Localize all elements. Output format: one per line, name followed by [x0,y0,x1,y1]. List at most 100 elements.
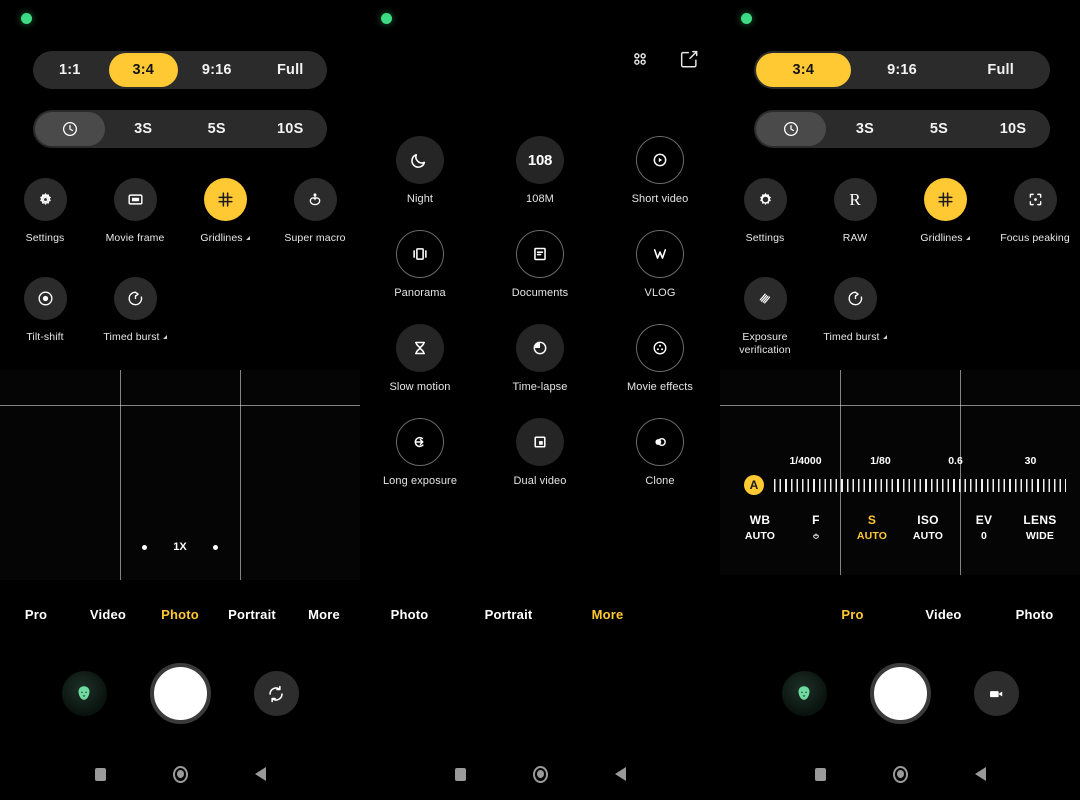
tab-video[interactable]: Video [898,607,989,622]
tab-photo[interactable]: Photo [144,607,216,622]
timer-option-5s[interactable]: 5S [182,112,252,146]
timer-option-off[interactable] [756,112,826,146]
option-timed-burst[interactable]: Timed burst [90,277,180,344]
vlog-heart-icon [653,249,667,259]
aspect-ratio-bar[interactable]: 1:1 3:4 9:16 Full [33,51,327,89]
zoom-dot-right[interactable] [212,544,218,550]
mode-vlog[interactable]: VLOG [600,230,720,299]
recents-button[interactable] [810,764,830,784]
mode-tabs[interactable]: Pro Video Photo [720,607,1080,622]
option-focus-peaking[interactable]: Focus peaking [990,178,1080,245]
capture-bar [720,663,1080,724]
zoom-control[interactable]: 1X [0,541,360,553]
option-gridlines[interactable]: Gridlines [900,178,990,245]
ratio-option-9-16[interactable]: 9:16 [182,53,252,87]
mode-dual-video[interactable]: Dual video [480,418,600,487]
mode-movie-effects[interactable]: Movie effects [600,324,720,393]
recents-button[interactable] [450,764,470,784]
gallery-thumbnail[interactable] [61,671,107,716]
mode-label: Time-lapse [512,381,568,393]
ratio-option-3-4[interactable]: 3:4 [756,53,851,87]
android-nav-bar[interactable] [0,748,360,800]
option-settings[interactable]: Settings [0,178,90,245]
tab-portrait[interactable]: Portrait [216,607,288,622]
pro-dial-row[interactable]: A [720,475,1080,495]
option-settings[interactable]: Settings [720,178,810,245]
mode-slow-motion[interactable]: Slow motion [360,324,480,393]
zoom-dot-left[interactable] [142,544,148,550]
tab-more[interactable]: More [288,607,360,622]
zoom-level-label[interactable]: 1X [173,541,186,553]
tab-more[interactable]: More [558,607,657,622]
android-nav-bar[interactable] [360,748,720,800]
option-timed-burst[interactable]: Timed burst [810,277,900,357]
option-raw[interactable]: R RAW [810,178,900,245]
pro-param-f[interactable]: F [788,513,844,545]
timer-bar[interactable]: 3S 5S 10S [754,110,1050,148]
shutter-button[interactable] [869,663,931,724]
more-modes-toolbar[interactable] [629,48,700,70]
mode-documents[interactable]: Documents [480,230,600,299]
timer-option-3s[interactable]: 3S [109,112,179,146]
mode-short-video[interactable]: Short video [600,136,720,205]
auto-mode-chip[interactable]: A [744,475,764,495]
grid-view-icon[interactable] [629,48,651,70]
timer-bar[interactable]: 3S 5S 10S [33,110,327,148]
edit-modes-icon[interactable] [678,48,700,70]
switch-camera-button[interactable] [253,671,299,716]
back-button[interactable] [970,764,990,784]
home-button[interactable] [170,764,190,784]
mode-time-lapse[interactable]: Time-lapse [480,324,600,393]
video-camera-button[interactable] [973,671,1019,716]
timer-option-off[interactable] [35,112,105,146]
recents-square-icon [814,767,826,781]
viewfinder-preview[interactable]: 1X [0,370,360,580]
tab-photo[interactable]: Photo [989,607,1080,622]
pro-value-slider[interactable] [774,478,1066,492]
gallery-thumbnail[interactable] [781,671,827,716]
option-movie-frame[interactable]: Movie frame [90,178,180,245]
mode-tabs[interactable]: Photo Portrait More [360,607,720,622]
android-nav-bar[interactable] [720,748,1080,800]
option-exposure-verification[interactable]: Exposure verification [720,277,810,357]
option-super-macro[interactable]: Super macro [270,178,360,245]
ratio-option-full[interactable]: Full [953,53,1048,87]
timer-option-10s[interactable]: 10S [256,112,326,146]
back-button[interactable] [610,764,630,784]
tab-photo[interactable]: Photo [360,607,459,622]
pro-parameter-row[interactable]: WB AUTO F S AUTO ISO AUTO EV 0 LENS WIDE [720,513,1080,545]
mode-clone[interactable]: Clone [600,418,720,487]
mode-panorama[interactable]: Panorama [360,230,480,299]
ratio-option-full[interactable]: Full [256,53,326,87]
home-button[interactable] [530,764,550,784]
mode-long-exposure[interactable]: Long exposure [360,418,480,487]
pro-param-ev[interactable]: EV 0 [956,513,1012,545]
pro-param-wb[interactable]: WB AUTO [732,513,788,545]
tab-video[interactable]: Video [72,607,144,622]
mode-108m[interactable]: 108 108M [480,136,600,205]
pro-param-value: AUTO [744,530,776,542]
tab-pro[interactable]: Pro [807,607,898,622]
back-button[interactable] [250,764,270,784]
pro-param-shutter[interactable]: S AUTO [844,513,900,545]
pro-param-iso[interactable]: ISO AUTO [900,513,956,545]
pro-param-lens[interactable]: LENS WIDE [1012,513,1068,545]
tab-portrait[interactable]: Portrait [459,607,558,622]
back-triangle-icon [974,767,986,781]
mode-tabs[interactable]: Pro Video Photo Portrait More [0,607,360,622]
ratio-option-3-4[interactable]: 3:4 [108,53,178,87]
mode-night[interactable]: Night [360,136,480,205]
option-gridlines[interactable]: Gridlines [180,178,270,245]
timer-option-3s[interactable]: 3S [830,112,900,146]
tab-pro[interactable]: Pro [0,607,72,622]
ratio-option-9-16[interactable]: 9:16 [855,53,950,87]
option-tilt-shift[interactable]: Tilt-shift [0,277,90,344]
timer-option-5s[interactable]: 5S [904,112,974,146]
shutter-button[interactable] [149,663,211,724]
timer-option-10s[interactable]: 10S [978,112,1048,146]
ratio-option-1-1[interactable]: 1:1 [35,53,105,87]
aspect-ratio-bar[interactable]: 3:4 9:16 Full [754,51,1050,89]
mode-label: Dual video [513,475,567,487]
recents-button[interactable] [90,764,110,784]
home-button[interactable] [890,764,910,784]
